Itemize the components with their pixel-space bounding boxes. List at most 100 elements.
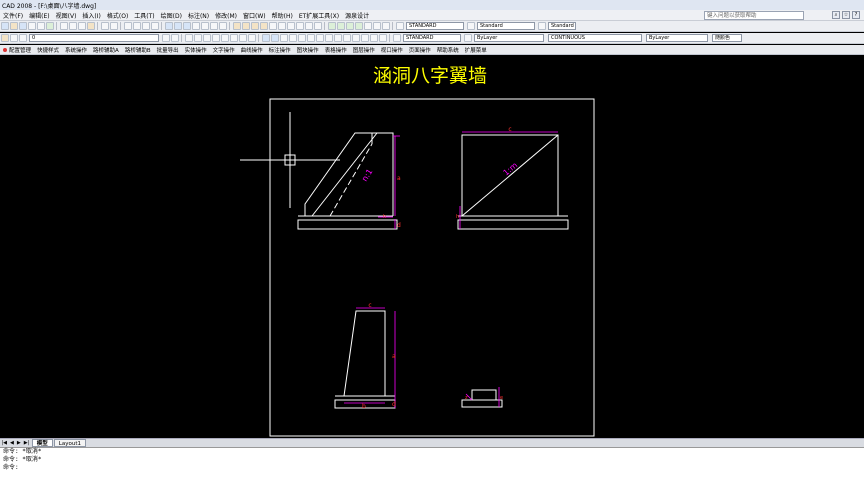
sheet-set-icon[interactable]: [191, 22, 200, 30]
plugin-entity-ops[interactable]: 实体操作: [182, 46, 210, 54]
array-icon[interactable]: [351, 34, 360, 42]
plot-preview-icon[interactable]: [36, 22, 45, 30]
plugin-config-manage[interactable]: 配置管理: [0, 46, 34, 54]
menu-dimension[interactable]: 标注(N): [185, 11, 212, 20]
layer-select[interactable]: 0: [29, 34, 159, 42]
dimension-icon[interactable]: [363, 22, 372, 30]
table-icon[interactable]: [297, 34, 306, 42]
design-center-icon[interactable]: [173, 22, 182, 30]
zoom-center-icon[interactable]: [229, 34, 238, 42]
erase-icon[interactable]: [268, 22, 277, 30]
zoom-scale-icon[interactable]: [220, 34, 229, 42]
cut-icon[interactable]: [59, 22, 68, 30]
plotstyle-select[interactable]: 随颜色: [712, 34, 742, 42]
open-folder-icon[interactable]: [9, 22, 18, 30]
help-icon[interactable]: ?: [852, 11, 860, 19]
menu-format[interactable]: 格式(O): [104, 11, 131, 20]
prev-tab-icon[interactable]: ◀: [9, 440, 16, 446]
menu-help[interactable]: 帮助(H): [269, 11, 296, 20]
block-insert-icon[interactable]: [261, 34, 270, 42]
star-icon[interactable]: ☆: [842, 11, 850, 19]
osnap-icon[interactable]: [354, 22, 363, 30]
plugin-table-ops[interactable]: 表格操作: [322, 46, 350, 54]
textstyle-select[interactable]: STANDARD: [406, 22, 464, 30]
menu-yuanquan[interactable]: 源泉设计: [342, 11, 372, 20]
rotate-icon[interactable]: [342, 34, 351, 42]
lineweight-select[interactable]: ByLayer: [646, 34, 708, 42]
menu-file[interactable]: 文件(F): [0, 11, 26, 20]
sun-icon[interactable]: [18, 34, 27, 42]
help-search-input[interactable]: 键入问题以获取帮助: [704, 11, 804, 20]
zoom-object-icon[interactable]: [238, 34, 247, 42]
tool-palettes-icon[interactable]: [182, 22, 191, 30]
copy-icon[interactable]: [68, 22, 77, 30]
paste-icon[interactable]: [77, 22, 86, 30]
undo-icon[interactable]: [100, 22, 109, 30]
fillet-icon[interactable]: [360, 34, 369, 42]
circle-icon[interactable]: [259, 22, 268, 30]
region-icon[interactable]: [288, 34, 297, 42]
menu-edit[interactable]: 编辑(E): [26, 11, 52, 20]
calculator-icon[interactable]: [209, 22, 218, 30]
last-tab-icon[interactable]: ▶|: [22, 440, 31, 446]
plugin-block-ops[interactable]: 图块操作: [294, 46, 322, 54]
dimstyle-select[interactable]: Standard: [477, 22, 535, 30]
menu-modify[interactable]: 修改(M): [212, 11, 240, 20]
polyline-icon[interactable]: [241, 22, 250, 30]
style-select[interactable]: STANDARD: [403, 34, 461, 42]
line-icon[interactable]: [232, 22, 241, 30]
block-make-icon[interactable]: [270, 34, 279, 42]
break-icon[interactable]: [378, 34, 387, 42]
new-file-icon[interactable]: [0, 22, 9, 30]
linetype-select[interactable]: CONTINUOUS: [548, 34, 642, 42]
plugin-bridge-a[interactable]: 路桥辅助A: [90, 46, 122, 54]
extend-icon[interactable]: [286, 22, 295, 30]
zoom-window-icon[interactable]: [141, 22, 150, 30]
plugin-dim-ops[interactable]: 标注操作: [266, 46, 294, 54]
properties-icon[interactable]: [164, 22, 173, 30]
tab-layout1[interactable]: Layout1: [53, 439, 86, 447]
plugin-system-ops[interactable]: 系统操作: [62, 46, 90, 54]
plugin-curve-ops[interactable]: 曲线操作: [238, 46, 266, 54]
menu-draw[interactable]: 绘图(D): [158, 11, 185, 20]
plugin-layer-ops[interactable]: 图层操作: [350, 46, 378, 54]
grid-icon[interactable]: [336, 22, 345, 30]
drawing-canvas[interactable]: 涵洞八字翼墙 n:1 a d h c 1:m h c a b d e z: [0, 56, 864, 438]
match-properties-icon[interactable]: [86, 22, 95, 30]
make-current-icon[interactable]: [161, 34, 170, 42]
tab-model[interactable]: 模型: [31, 439, 53, 447]
point-icon[interactable]: [279, 34, 288, 42]
menu-insert[interactable]: 插入(I): [79, 11, 103, 20]
markup-icon[interactable]: [200, 22, 209, 30]
plugin-text-ops[interactable]: 文字操作: [210, 46, 238, 54]
lightbulb-icon[interactable]: [9, 34, 18, 42]
layer-previous-icon[interactable]: [170, 34, 179, 42]
publish-icon[interactable]: [45, 22, 54, 30]
redo-icon[interactable]: [109, 22, 118, 30]
search-icon[interactable]: ⌕: [832, 11, 840, 19]
menu-window[interactable]: 窗口(W): [240, 11, 269, 20]
offset-icon[interactable]: [295, 22, 304, 30]
plugin-batch-export[interactable]: 批量导出: [154, 46, 182, 54]
help-icon[interactable]: [218, 22, 227, 30]
stretch-icon[interactable]: [324, 34, 333, 42]
arc-icon[interactable]: [250, 22, 259, 30]
menu-view[interactable]: 视图(V): [53, 11, 80, 20]
move-icon[interactable]: [313, 22, 322, 30]
plugin-extend-menu[interactable]: 扩展菜单: [462, 46, 490, 54]
next-tab-icon[interactable]: ▶: [15, 440, 22, 446]
trim-icon[interactable]: [277, 22, 286, 30]
plugin-page-ops[interactable]: 页面操作: [406, 46, 434, 54]
tablestyle-select[interactable]: Standard: [548, 22, 576, 30]
zoom-realtime-icon[interactable]: [132, 22, 141, 30]
ortho-icon[interactable]: [345, 22, 354, 30]
command-input[interactable]: 命令:: [0, 464, 864, 472]
zoom-dynamic-icon[interactable]: [247, 34, 256, 42]
first-tab-icon[interactable]: |◀: [0, 440, 9, 446]
pan-icon[interactable]: [123, 22, 132, 30]
plugin-help[interactable]: 帮助系统: [434, 46, 462, 54]
mtext-icon[interactable]: [306, 34, 315, 42]
zoom-in-icon[interactable]: [184, 34, 193, 42]
text-icon[interactable]: [372, 22, 381, 30]
command-window[interactable]: 命令: *取消* 命令: *取消* 命令:: [0, 447, 864, 486]
